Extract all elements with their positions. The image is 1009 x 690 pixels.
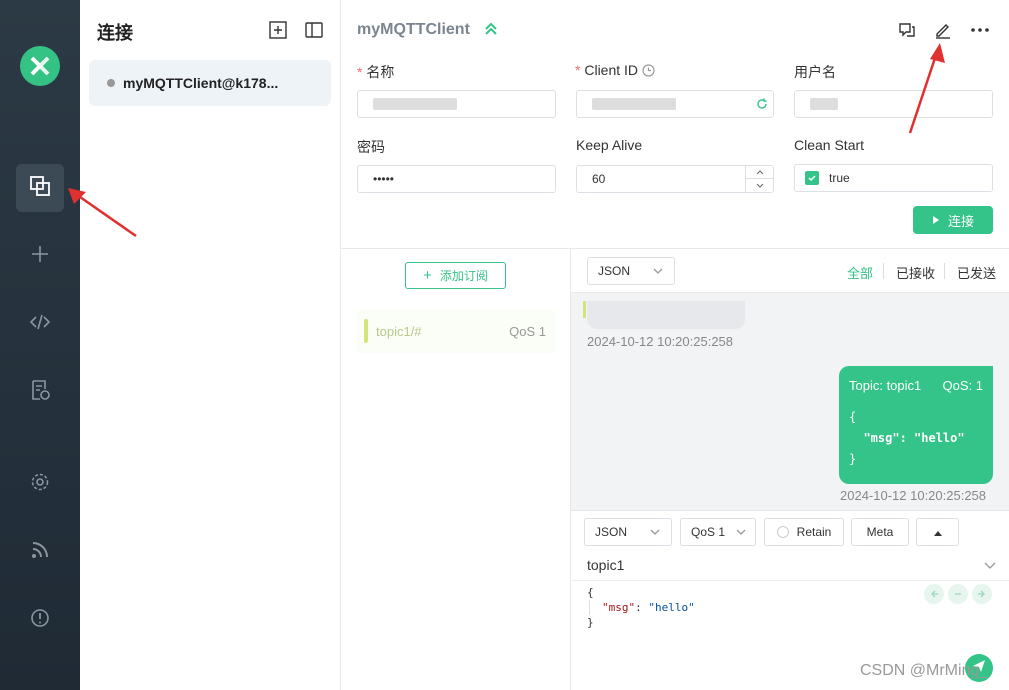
clean-start-checkbox[interactable]: true bbox=[794, 164, 993, 192]
plus-icon: + bbox=[423, 267, 432, 284]
nav-settings[interactable] bbox=[16, 460, 64, 508]
clean-start-label: Clean Start bbox=[794, 137, 865, 153]
collapse-icon[interactable] bbox=[483, 21, 499, 42]
new-connection-button[interactable] bbox=[268, 20, 288, 40]
password-input[interactable]: ••••• bbox=[357, 165, 556, 193]
gear-icon bbox=[29, 471, 51, 498]
history-nav bbox=[924, 584, 992, 604]
client-id-input[interactable] bbox=[576, 90, 774, 118]
received-message bbox=[587, 301, 745, 329]
connection-name: myMQTTClient@k178... bbox=[123, 75, 279, 91]
radio-icon bbox=[776, 526, 789, 538]
connection-item[interactable]: myMQTTClient@k178... bbox=[89, 60, 331, 106]
divider bbox=[571, 580, 1009, 581]
info-icon bbox=[29, 607, 51, 634]
keepalive-label: Keep Alive bbox=[576, 137, 643, 153]
checkbox-icon bbox=[805, 171, 819, 185]
play-icon bbox=[932, 213, 940, 228]
nav-new-connection[interactable] bbox=[16, 232, 64, 280]
topic-qos: QoS 1 bbox=[509, 323, 546, 339]
message-qos: QoS: 1 bbox=[942, 378, 983, 393]
payload-key: "msg" bbox=[602, 601, 636, 614]
format-select[interactable]: JSON bbox=[587, 257, 675, 285]
password-label: 密码 bbox=[357, 139, 385, 155]
code-icon bbox=[28, 310, 52, 339]
connection-title: myMQTTClient bbox=[357, 21, 470, 38]
more-icon[interactable] bbox=[969, 20, 991, 45]
name-label: * 名称 bbox=[357, 64, 395, 80]
nav-sidebar bbox=[0, 0, 80, 690]
filter-all[interactable]: 全部 bbox=[847, 263, 873, 282]
divider bbox=[944, 263, 945, 279]
status-dot bbox=[107, 79, 115, 87]
filter-received[interactable]: 已接收 bbox=[896, 263, 935, 282]
topic-color-bar bbox=[364, 319, 368, 343]
toggle-panel-button[interactable] bbox=[304, 20, 324, 40]
add-subscription-button[interactable]: + 添加订阅 bbox=[405, 262, 506, 289]
expand-button[interactable] bbox=[916, 518, 959, 546]
refresh-icon[interactable] bbox=[756, 98, 768, 113]
divider bbox=[883, 263, 884, 279]
nav-script[interactable] bbox=[16, 300, 64, 348]
filter-sent[interactable]: 已发送 bbox=[957, 263, 996, 282]
caret-up-icon bbox=[933, 525, 943, 539]
nav-about[interactable] bbox=[16, 596, 64, 644]
nav-subscribe[interactable] bbox=[16, 528, 64, 576]
log-icon bbox=[28, 378, 52, 407]
chevron-down-icon[interactable] bbox=[983, 559, 997, 577]
publish-format-select[interactable]: JSON bbox=[584, 518, 672, 546]
connect-button[interactable]: 连接 bbox=[913, 206, 993, 234]
chevron-up-icon[interactable] bbox=[746, 166, 773, 179]
client-id-label: * Client ID bbox=[575, 62, 655, 80]
clock-icon bbox=[642, 64, 655, 80]
keepalive-input[interactable]: 60 bbox=[576, 165, 774, 193]
keepalive-stepper[interactable] bbox=[745, 166, 773, 192]
messages-panel: JSON 全部 已接收 已发送 2024-10-12 10:20:25:258 … bbox=[571, 248, 1009, 510]
minus-icon[interactable] bbox=[948, 584, 968, 604]
plus-icon bbox=[29, 243, 51, 270]
chevron-down-icon bbox=[649, 526, 661, 541]
messages-toolbar: JSON 全部 已接收 已发送 bbox=[571, 249, 1009, 293]
add-square-icon bbox=[268, 21, 288, 44]
message-payload: { "msg": "hello"} bbox=[849, 410, 965, 466]
message-topic: Topic: topic1 bbox=[849, 378, 922, 393]
publish-payload-editor[interactable]: { "msg": "hello" } bbox=[587, 585, 695, 630]
arrow-left-icon[interactable] bbox=[924, 584, 944, 604]
topic-name: topic1/# bbox=[376, 323, 422, 339]
message-time: 2024-10-12 10:20:25:258 bbox=[587, 334, 734, 349]
message-time: 2024-10-12 10:20:25:258 bbox=[840, 488, 987, 503]
new-window-icon[interactable] bbox=[897, 20, 917, 45]
publish-qos-select[interactable]: QoS 1 bbox=[680, 518, 756, 546]
meta-button[interactable]: Meta bbox=[851, 518, 909, 546]
username-label: 用户名 bbox=[794, 64, 836, 80]
chevron-down-icon bbox=[652, 265, 664, 280]
sent-message: Topic: topic1 QoS: 1 { "msg": "hello"} bbox=[839, 366, 993, 484]
main-content: myMQTTClient * 名称 * Client ID 用户名 密码 •••… bbox=[341, 0, 1009, 690]
connections-title: 连接 bbox=[97, 23, 133, 43]
connections-icon bbox=[28, 174, 52, 203]
topic-color-bar bbox=[583, 301, 586, 318]
sidebar-icon bbox=[304, 22, 324, 44]
app-logo bbox=[20, 46, 60, 86]
arrow-right-icon[interactable] bbox=[972, 584, 992, 604]
connections-panel: 连接 myMQTTClient@k178... bbox=[80, 0, 341, 690]
publish-topic-input[interactable]: topic1 bbox=[587, 557, 624, 573]
chevron-down-icon[interactable] bbox=[746, 179, 773, 192]
username-input[interactable] bbox=[794, 90, 993, 118]
nav-connections[interactable] bbox=[16, 164, 64, 212]
name-input[interactable] bbox=[357, 90, 556, 118]
subscription-item[interactable]: topic1/# QoS 1 bbox=[357, 309, 555, 353]
retain-toggle[interactable]: Retain bbox=[764, 518, 844, 546]
rss-icon bbox=[30, 540, 50, 565]
edit-icon[interactable] bbox=[933, 20, 953, 45]
nav-log[interactable] bbox=[16, 368, 64, 416]
chevron-down-icon bbox=[735, 526, 747, 541]
subscriptions-panel: + 添加订阅 topic1/# QoS 1 bbox=[341, 248, 571, 690]
payload-value: "hello" bbox=[648, 601, 695, 614]
watermark: CSDN @MrMing_ bbox=[860, 662, 989, 679]
